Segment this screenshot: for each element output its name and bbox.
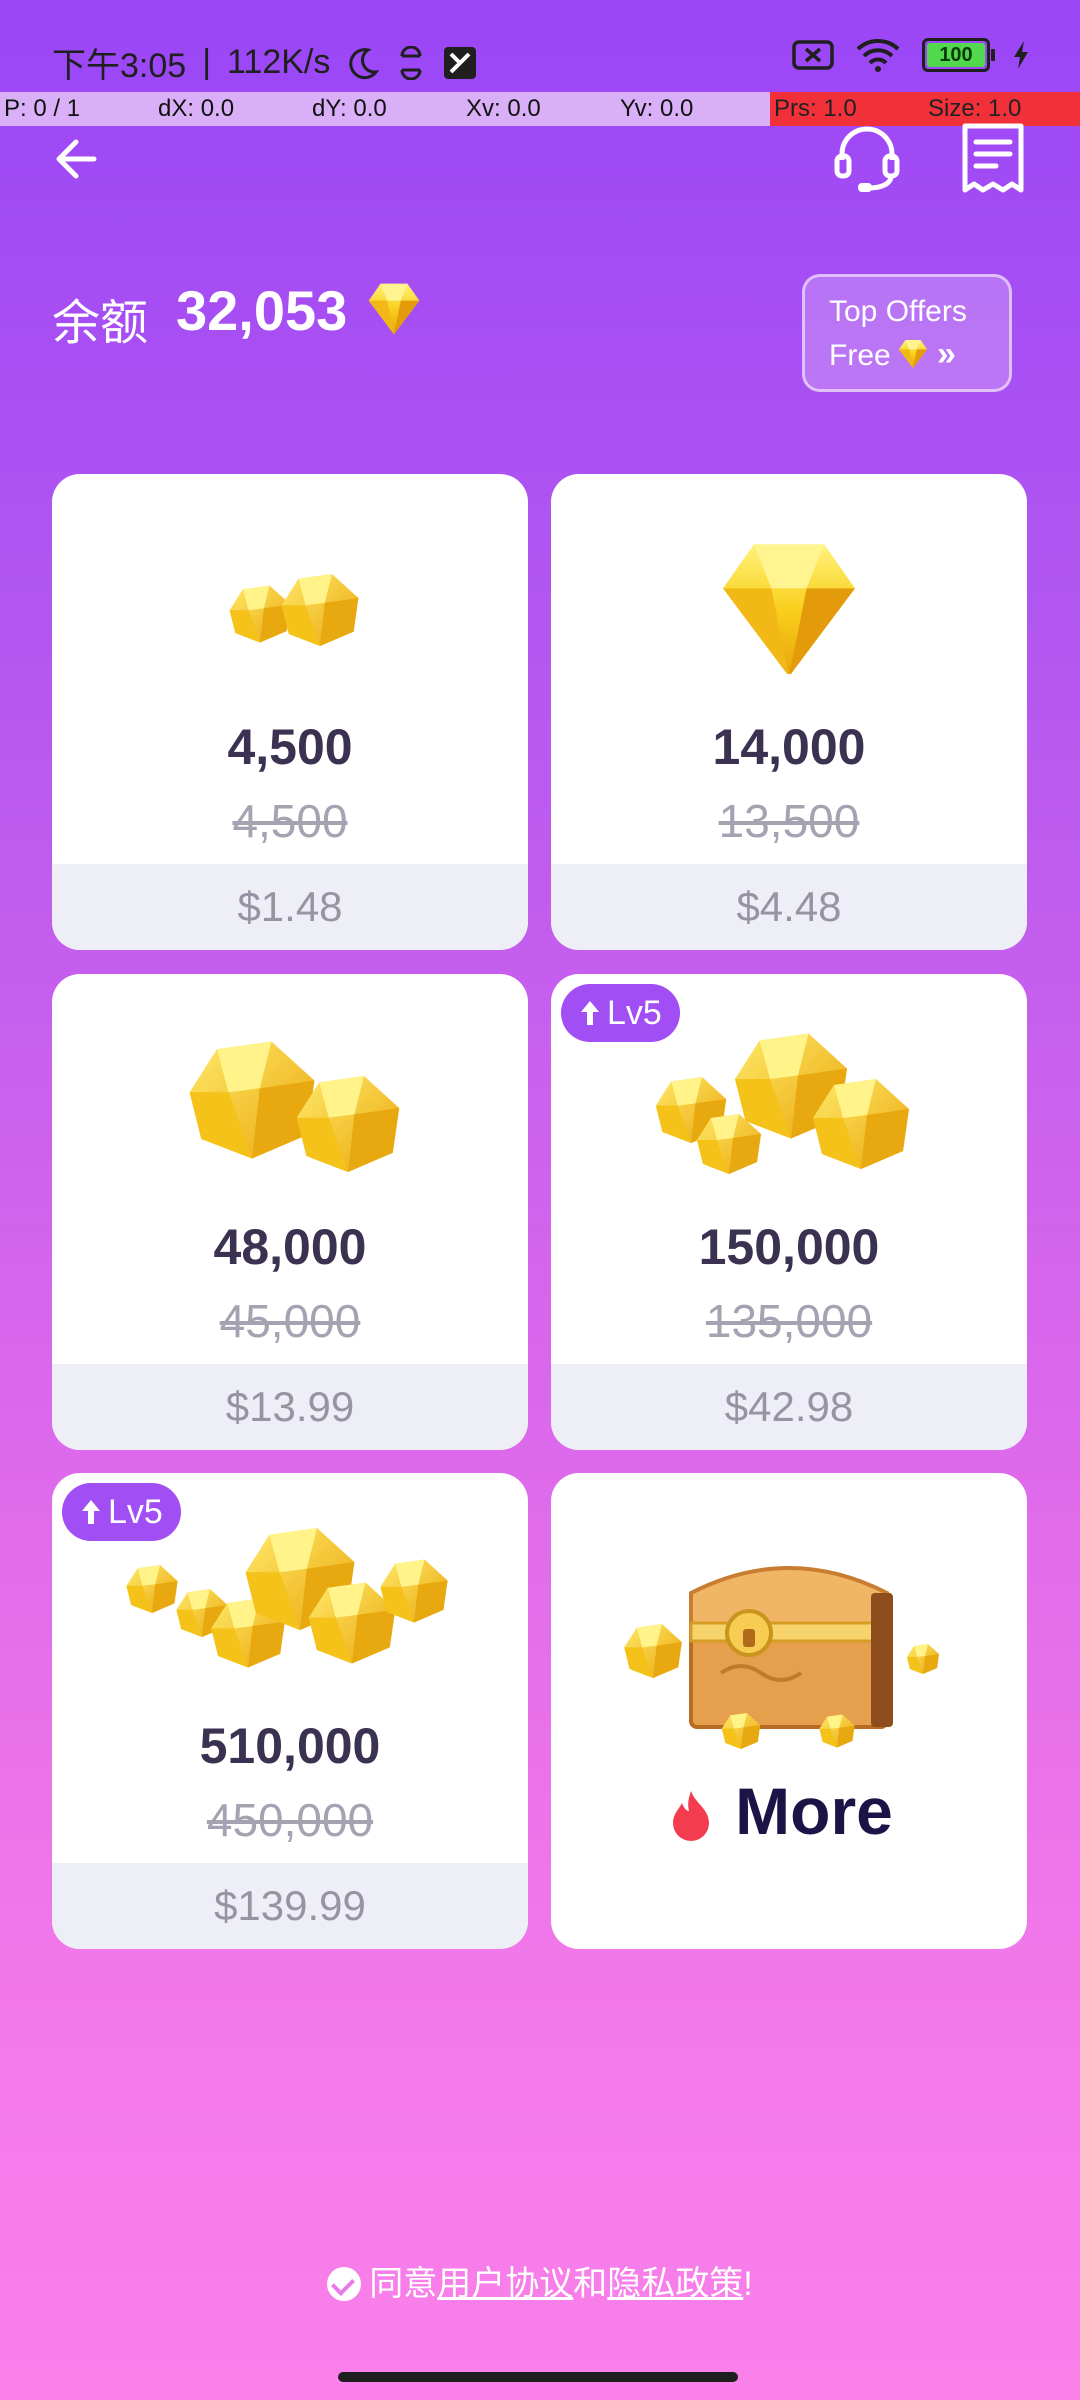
balance-label: 余额: [52, 297, 149, 350]
pointer-debug-bar: P: 0 / 1 dX: 0.0 dY: 0.0 Xv: 0.0 Yv: 0.0…: [0, 92, 1080, 126]
headset-icon: [834, 126, 900, 192]
purchase-history-button[interactable]: [960, 122, 1026, 196]
top-offers-title: Top Offers: [829, 295, 967, 328]
package-price: $4.48: [736, 883, 842, 930]
debug-size: Size: 1.0: [924, 92, 1080, 126]
status-right: 100: [792, 38, 1030, 72]
package-amount: 510,000: [199, 1718, 381, 1774]
agreement-suffix: !: [743, 2265, 753, 2303]
debug-yv: Yv: 0.0: [616, 92, 770, 126]
package-price: $139.99: [214, 1882, 366, 1929]
diamond-icon: [368, 283, 420, 335]
package-price: $13.99: [225, 1383, 355, 1430]
package-card-2[interactable]: 14,000 13,500 $4.48: [551, 474, 1027, 950]
balance-value: 32,053: [176, 279, 348, 342]
battery-level: 100: [939, 43, 973, 66]
package-original-amount: 13,500: [718, 795, 860, 847]
gem-pile-small-icon: [229, 574, 359, 646]
status-time: 下午3:05: [52, 47, 187, 85]
status-left: 下午3:05 | 112K/s: [52, 38, 478, 87]
more-packages-card[interactable]: More: [551, 1473, 1027, 1949]
agreement-and: 和: [573, 2265, 608, 2303]
single-diamond-icon: [723, 544, 855, 674]
diamond-icon: [898, 339, 928, 369]
customer-service-button[interactable]: [830, 120, 904, 194]
charging-icon: [1014, 41, 1028, 69]
back-button[interactable]: [50, 132, 104, 186]
debug-pointer: P: 0 / 1: [0, 92, 154, 126]
user-agreement-link[interactable]: 用户协议: [437, 2265, 573, 2303]
double-chevron-right-icon: »: [937, 335, 956, 373]
no-sim-icon: [792, 40, 834, 70]
status-bar: 下午3:05 | 112K/s 100: [0, 0, 1080, 92]
debug-dy: dY: 0.0: [308, 92, 462, 126]
package-amount: 48,000: [213, 1219, 367, 1275]
package-amount: 14,000: [712, 719, 866, 775]
status-separator: |: [202, 43, 212, 81]
gem-pile-large-icon: [655, 1033, 909, 1174]
privacy-policy-link[interactable]: 隐私政策: [607, 2265, 743, 2303]
debug-dx: dX: 0.0: [154, 92, 308, 126]
top-offers-free-label: Free: [829, 339, 891, 372]
moon-icon: [349, 47, 380, 79]
package-amount: 150,000: [698, 1219, 880, 1275]
gem-pile-medium-icon: [189, 1041, 400, 1172]
package-price: $42.98: [724, 1383, 854, 1430]
agreement-notice: 同意用户协议和隐私政策!: [0, 2256, 1080, 2305]
gem-pile-huge-icon: [126, 1528, 448, 1668]
package-original-amount: 135,000: [705, 1295, 873, 1347]
debug-xv: Xv: 0.0: [462, 92, 616, 126]
battery-icon: 100: [922, 38, 995, 72]
package-card-4[interactable]: Lv5 150,000 135,000 $42.98: [551, 974, 1027, 1450]
sync-icon: [400, 45, 422, 80]
top-offers-button[interactable]: Top Offers Free »: [802, 274, 1012, 392]
receipt-icon: [962, 123, 1024, 193]
package-card-5[interactable]: Lv5 510,000 450,000 $139.99: [52, 1473, 528, 1949]
network-speed: 112K/s: [227, 43, 331, 81]
app-notification-icon: [444, 46, 477, 79]
wifi-icon: [856, 39, 900, 72]
package-price: $1.48: [237, 883, 343, 930]
package-original-amount: 45,000: [219, 1295, 361, 1347]
package-card-3[interactable]: 48,000 45,000 $13.99: [52, 974, 528, 1450]
package-amount: 4,500: [227, 719, 353, 775]
package-original-amount: 450,000: [206, 1794, 374, 1846]
home-indicator[interactable]: [338, 2372, 738, 2382]
agreement-checkbox[interactable]: [327, 2267, 362, 2301]
package-original-amount: 4,500: [232, 795, 348, 847]
more-label: More: [735, 1774, 893, 1848]
agreement-prefix: 同意: [369, 2265, 438, 2303]
treasure-chest-icon: [624, 1566, 939, 1749]
package-card-1[interactable]: 4,500 4,500 $1.48: [52, 474, 528, 950]
